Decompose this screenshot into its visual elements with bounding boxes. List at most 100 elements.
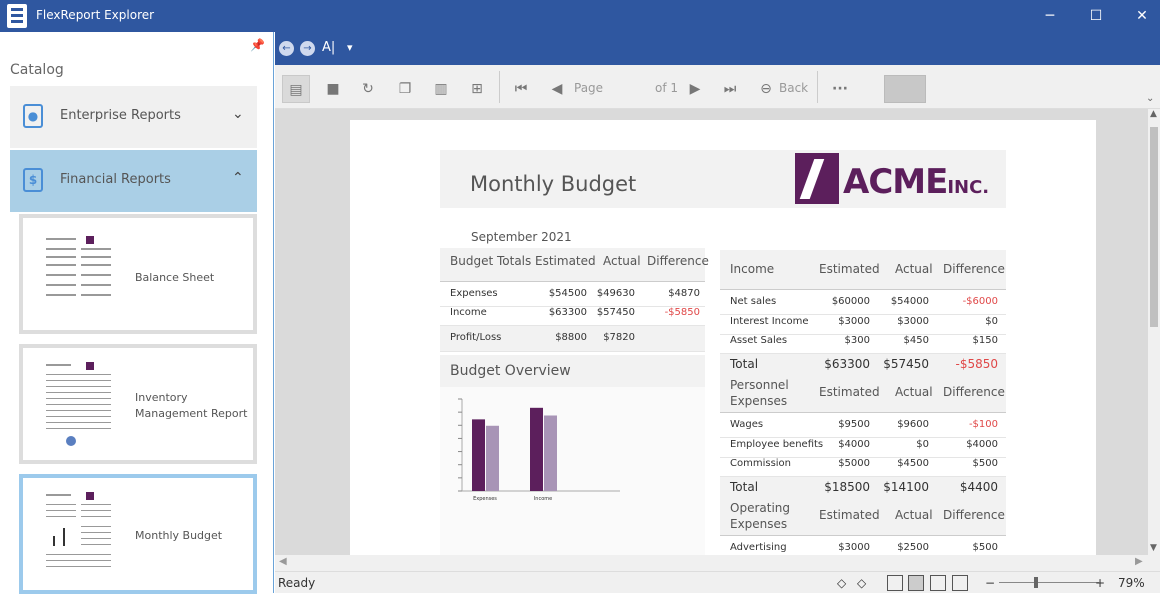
zoom-slider-track[interactable] bbox=[999, 582, 1099, 583]
app-icon bbox=[7, 4, 27, 28]
table-header: Budget Totals Estimated Actual Differenc… bbox=[440, 248, 709, 282]
report-thumbnail bbox=[41, 356, 119, 452]
more-icon[interactable]: ··· bbox=[826, 75, 854, 103]
scroll-right-icon[interactable]: ▶ bbox=[1135, 556, 1143, 567]
category-label: Financial Reports bbox=[60, 172, 171, 187]
fit-icon[interactable]: ⊞ bbox=[463, 75, 491, 103]
title-bar: FlexReport Explorer ─ ☐ ✕ bbox=[0, 0, 1160, 32]
table-header: Personnel Expenses Estimated Actual Diff… bbox=[720, 373, 1006, 413]
nav-left-icon[interactable]: ◇ bbox=[837, 576, 846, 590]
catalog-sidebar: 📌 Catalog ● Enterprise Reports ⌄ $ Finan… bbox=[0, 32, 274, 594]
acme-logo-text: ACMEINC. bbox=[843, 162, 990, 202]
back-label[interactable]: Back bbox=[779, 81, 808, 95]
chevron-down-icon[interactable]: ⌄ bbox=[232, 106, 244, 122]
multi-page-view-icon[interactable] bbox=[952, 575, 968, 591]
budget-overview-chart: Expenses Income bbox=[440, 387, 705, 555]
report-item-balance-sheet[interactable]: Balance Sheet bbox=[19, 214, 257, 334]
budget-overview-title: Budget Overview bbox=[450, 363, 571, 379]
next-page-icon[interactable]: ▶ bbox=[681, 75, 709, 103]
operating-expenses-table: Operating Expenses Estimated Actual Diff… bbox=[720, 496, 1006, 555]
window-title: FlexReport Explorer bbox=[36, 8, 155, 22]
table-row: Net sales $60000 $54000 -$6000 bbox=[720, 296, 1006, 315]
prev-page-icon[interactable]: ◀ bbox=[543, 75, 571, 103]
horizontal-scrollbar[interactable]: ◀ ▶ bbox=[275, 555, 1160, 571]
table-row-total: Profit/Loss $8800 $7820 bbox=[440, 326, 705, 352]
catalog-label: Catalog bbox=[10, 62, 64, 78]
category-financial-reports[interactable]: $ Financial Reports ⌃ bbox=[10, 150, 257, 212]
nav-right-icon[interactable]: ◇ bbox=[857, 576, 866, 590]
report-label: Balance Sheet bbox=[135, 271, 215, 284]
pin-icon[interactable]: 📌 bbox=[250, 38, 265, 52]
table-row: Commission $5000 $4500 $500 bbox=[720, 458, 1006, 477]
text-select-icon[interactable]: A| bbox=[322, 40, 335, 55]
back-arrow-icon[interactable]: ← bbox=[279, 41, 294, 56]
scrollbar-thumb[interactable] bbox=[1150, 127, 1158, 327]
chevron-down-icon[interactable]: ⌄ bbox=[1146, 93, 1154, 104]
ribbon-bar: ← → A| ▾ bbox=[275, 32, 1160, 65]
page-number-input[interactable] bbox=[884, 75, 926, 103]
zoom-out-button[interactable]: − bbox=[985, 576, 995, 590]
category-enterprise-reports[interactable]: ● Enterprise Reports ⌄ bbox=[10, 86, 257, 148]
report-item-inventory[interactable]: Inventory Management Report bbox=[19, 344, 257, 464]
bar-expenses-0 bbox=[472, 419, 485, 491]
copy-icon[interactable]: ❐ bbox=[391, 75, 419, 103]
report-thumbnail bbox=[41, 226, 119, 322]
scroll-down-icon[interactable]: ▼ bbox=[1150, 543, 1157, 553]
report-label: Monthly Budget bbox=[135, 529, 223, 542]
vertical-scrollbar[interactable]: ▲ ▼ bbox=[1148, 109, 1160, 555]
chevron-up-icon[interactable]: ⌃ bbox=[232, 170, 244, 186]
stop-icon[interactable]: ■ bbox=[319, 75, 347, 103]
table-row: Advertising $3000 $2500 $500 bbox=[720, 542, 1006, 555]
scroll-up-icon[interactable]: ▲ bbox=[1150, 109, 1157, 119]
page-count: of 1 bbox=[655, 81, 679, 95]
table-header: Income Estimated Actual Difference bbox=[720, 250, 1006, 290]
table-row: Interest Income $3000 $3000 $0 bbox=[720, 316, 1006, 335]
report-header: Monthly Budget ACMEINC. bbox=[440, 150, 1006, 208]
zoom-level: 79% bbox=[1118, 576, 1145, 590]
x-tick-label: Expenses bbox=[473, 496, 497, 502]
report-date: September 2021 bbox=[471, 230, 572, 244]
minimize-button[interactable]: ─ bbox=[1027, 0, 1073, 32]
income-table: Income Estimated Actual Difference Net s… bbox=[720, 250, 1006, 376]
two-page-view-icon[interactable] bbox=[930, 575, 946, 591]
status-text: Ready bbox=[278, 576, 316, 590]
back-icon[interactable]: ⊖ bbox=[752, 75, 780, 103]
document-icon[interactable]: ▤ bbox=[282, 75, 310, 103]
zoom-in-button[interactable]: + bbox=[1095, 576, 1105, 590]
table-row: Asset Sales $300 $450 $150 bbox=[720, 335, 1006, 354]
quick-access-dropdown[interactable]: ▾ bbox=[347, 41, 353, 54]
page-label: Page bbox=[574, 81, 604, 95]
table-row: Employee benefits $4000 $0 $4000 bbox=[720, 439, 1006, 458]
x-tick-label: Income bbox=[534, 496, 552, 502]
maximize-button[interactable]: ☐ bbox=[1073, 0, 1119, 32]
bar-expenses-1 bbox=[486, 425, 499, 491]
toolbar: ▤ ■ ↻ ❐ ▥ ⊞ ⏮ ◀ Page of 1 ▶ ⏭ ⊖ Back ···… bbox=[275, 65, 1160, 109]
table-row: Wages $9500 $9600 -$100 bbox=[720, 419, 1006, 438]
first-page-icon[interactable]: ⏮ bbox=[507, 75, 535, 103]
last-page-icon[interactable]: ⏭ bbox=[716, 75, 744, 103]
table-row: Expenses $54500 $49630 $4870 bbox=[440, 288, 705, 307]
bar-income-0 bbox=[530, 407, 543, 491]
status-bar: Ready ◇ ◇ − + 79% bbox=[275, 571, 1160, 593]
table-header: Operating Expenses Estimated Actual Diff… bbox=[720, 496, 1006, 536]
side-pane-icon[interactable]: ▥ bbox=[427, 75, 455, 103]
personnel-expenses-table: Personnel Expenses Estimated Actual Diff… bbox=[720, 373, 1006, 499]
report-thumbnail bbox=[41, 486, 119, 582]
acme-logo-mark bbox=[795, 153, 839, 204]
refresh-icon[interactable]: ↻ bbox=[354, 75, 382, 103]
close-button[interactable]: ✕ bbox=[1119, 0, 1160, 32]
single-page-view-icon[interactable] bbox=[887, 575, 903, 591]
budget-overview-header: Budget Overview bbox=[440, 355, 705, 387]
report-page: Monthly Budget ACMEINC. September 2021 B… bbox=[350, 120, 1096, 555]
continuous-view-icon[interactable] bbox=[908, 575, 924, 591]
dollar-icon: $ bbox=[23, 168, 43, 192]
bar-chart: Expenses Income bbox=[458, 398, 620, 502]
report-label: Inventory Management Report bbox=[135, 391, 248, 420]
report-viewer[interactable]: Monthly Budget ACMEINC. September 2021 B… bbox=[275, 109, 1148, 555]
forward-arrow-icon[interactable]: → bbox=[300, 41, 315, 56]
report-title: Monthly Budget bbox=[470, 172, 637, 196]
bar-income-1 bbox=[544, 415, 557, 491]
zoom-slider-thumb[interactable] bbox=[1034, 577, 1038, 588]
scroll-left-icon[interactable]: ◀ bbox=[279, 556, 287, 567]
report-item-monthly-budget[interactable]: Monthly Budget bbox=[19, 474, 257, 594]
